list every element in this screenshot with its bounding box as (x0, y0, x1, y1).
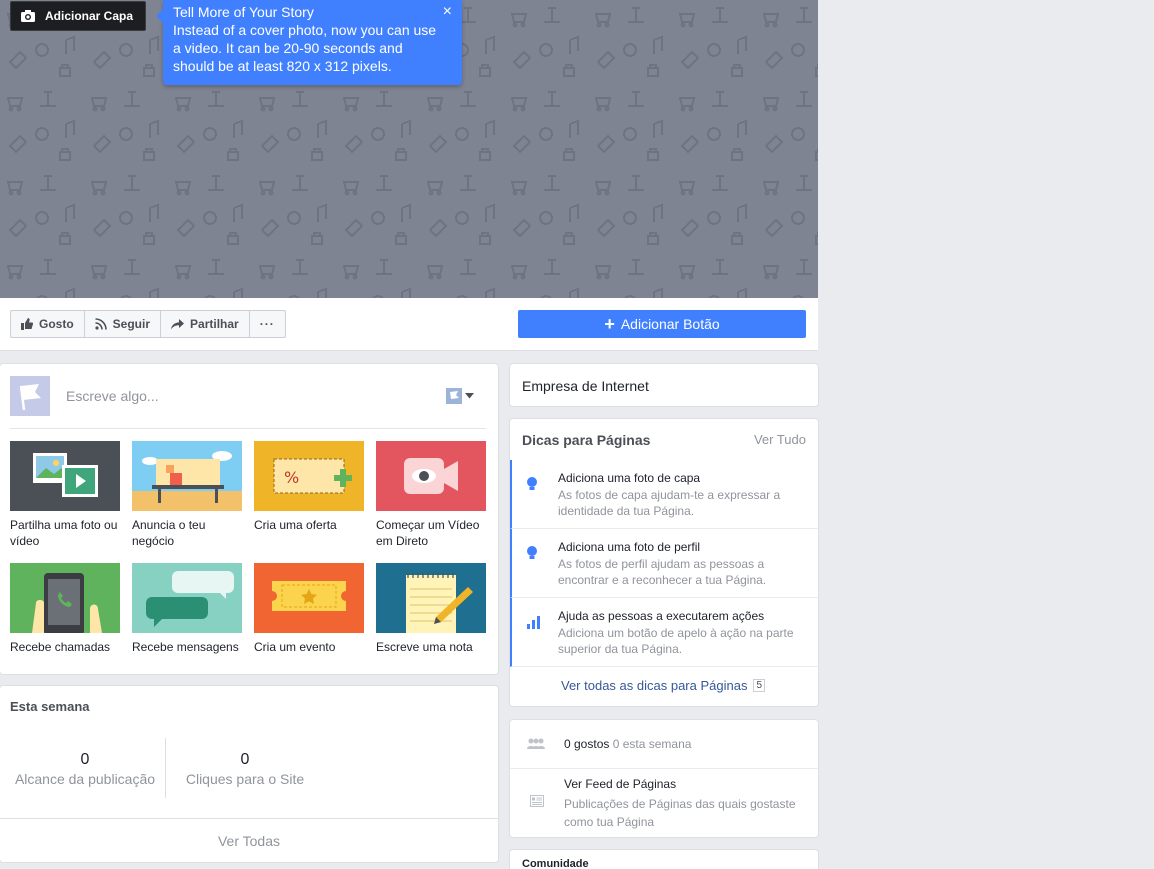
tile-share-photo-video[interactable]: Partilha uma foto ou vídeo (10, 441, 120, 549)
add-cover-label: Adicionar Capa (45, 9, 134, 23)
see-all-tips-label: Ver todas as dicas para Páginas (561, 678, 748, 693)
tile-label: Cria uma oferta (254, 518, 337, 532)
tip-add-cover-photo[interactable]: Adiciona uma foto de capa As fotos de ca… (510, 460, 818, 529)
likes-divider (510, 768, 818, 769)
tip-description: Adiciona um botão de apelo à ação na par… (558, 626, 794, 656)
tip-title: Adiciona uma foto de perfil (558, 540, 701, 554)
website-clicks-value: 0 (240, 751, 250, 768)
pages-feed-link[interactable]: Ver Feed de Páginas (564, 777, 676, 791)
likes-this-week: 0 esta semana (612, 737, 692, 751)
tile-label: Recebe chamadas (10, 640, 111, 654)
share-button[interactable]: Partilhar (161, 311, 250, 337)
tile-advertise[interactable]: Anuncia o teu negócio (132, 441, 242, 549)
like-label: Gosto (39, 317, 74, 331)
tile-label: Começar um Vídeo em Direto (376, 518, 480, 548)
website-clicks-label: Cliques para o Site (185, 771, 305, 787)
tile-label: Cria um evento (254, 640, 336, 654)
community-card: Comunidade (510, 850, 818, 869)
tooltip-title: Tell More of Your Story (173, 4, 314, 20)
tile-write-note[interactable]: Escreve uma nota (376, 563, 486, 655)
tips-count-badge: 5 (753, 679, 766, 692)
tile-label: Anuncia o teu negócio (132, 518, 206, 548)
add-page-button-label: Adicionar Botão (620, 316, 720, 332)
note-icon (376, 563, 486, 633)
follow-label: Seguir (112, 317, 151, 331)
people-icon (527, 738, 545, 749)
see-all-tips-link[interactable]: Ver todas as dicas para Páginas 5 (561, 678, 766, 693)
pages-feed-description: Publicações de Páginas das quais gostast… (564, 797, 796, 829)
tip-description: As fotos de perfil ajudam as pessoas a e… (558, 557, 767, 587)
action-button-group: Gosto Seguir Partilhar ··· (10, 310, 286, 338)
svg-text:%: % (284, 468, 299, 487)
more-options-button[interactable]: ··· (250, 311, 285, 337)
tip-title: Ajuda as pessoas a executarem ações (558, 609, 765, 623)
flag-icon (10, 376, 50, 416)
lightbulb-icon (527, 477, 537, 490)
event-ticket-icon (254, 563, 364, 633)
stats-title: Esta semana (10, 699, 90, 714)
rss-icon (95, 318, 107, 330)
tile-get-calls[interactable]: Recebe chamadas (10, 563, 120, 655)
tips-title: Dicas para Páginas (522, 432, 651, 448)
close-icon[interactable]: × (443, 4, 452, 20)
like-button[interactable]: Gosto (11, 311, 85, 337)
tile-label: Partilha uma foto ou vídeo (10, 518, 118, 548)
likes-count: 0 gostos 0 esta semana (564, 737, 691, 751)
page-avatar[interactable] (10, 376, 50, 416)
tips-see-all-link[interactable]: Ver Tudo (754, 432, 806, 447)
camera-icon (21, 10, 35, 22)
photo-video-icon (10, 441, 120, 511)
share-label: Partilhar (190, 317, 239, 331)
advertise-icon (132, 441, 242, 511)
chevron-down-icon (465, 393, 474, 399)
tile-label: Escreve uma nota (376, 640, 473, 654)
news-feed-icon (530, 795, 544, 807)
website-clicks-stat[interactable]: 0 Cliques para o Site (165, 751, 325, 787)
offer-icon: % (254, 441, 364, 511)
thumbs-up-icon (21, 318, 33, 330)
tip-title: Adiciona uma foto de capa (558, 471, 701, 485)
more-dots-icon: ··· (259, 317, 275, 331)
tile-label: Recebe mensagens (132, 640, 239, 654)
lightbulb-icon (527, 546, 537, 559)
weekly-stats-card: Esta semana 0 Alcance da publicação 0 Cl… (0, 686, 498, 862)
likes-feed-card: 0 gostos 0 esta semana Ver Feed de Págin… (510, 720, 818, 837)
post-reach-value: 0 (80, 751, 90, 768)
tile-get-messages[interactable]: Recebe mensagens (132, 563, 242, 655)
tile-create-event[interactable]: Cria um evento (254, 563, 364, 655)
page-category[interactable]: Empresa de Internet (522, 378, 649, 394)
tooltip-body: Instead of a cover photo, now you can us… (173, 22, 437, 74)
add-cover-button[interactable]: Adicionar Capa (10, 1, 147, 31)
composer-input[interactable]: Escreve algo... (66, 388, 159, 404)
composer-divider (10, 428, 486, 429)
phone-call-icon (10, 563, 120, 633)
community-title: Comunidade (522, 858, 589, 869)
live-video-icon (376, 441, 486, 511)
composer-card: Escreve algo... Partilha uma foto ou víd… (0, 364, 498, 674)
tile-live-video[interactable]: Começar um Vídeo em Direto (376, 441, 486, 549)
post-reach-label: Alcance da publicação (14, 771, 156, 787)
messages-icon (132, 563, 242, 633)
tip-add-profile-photo[interactable]: Adiciona uma foto de perfil As fotos de … (510, 529, 818, 598)
tip-description: As fotos de capa ajudam-te a expressar a… (558, 488, 781, 518)
cover-video-tooltip: Tell More of Your Story Instead of a cov… (156, 0, 462, 85)
post-as-selector[interactable] (446, 388, 474, 404)
tip-call-to-action[interactable]: Ajuda as pessoas a executarem ações Adic… (510, 598, 818, 667)
page-tips-card: Dicas para Páginas Ver Tudo Adiciona uma… (510, 419, 818, 706)
tile-create-offer[interactable]: % Cria uma oferta (254, 441, 364, 533)
likes-total: 0 gostos (564, 737, 610, 751)
plus-icon: + (604, 314, 615, 334)
add-page-button[interactable]: + Adicionar Botão (518, 310, 806, 338)
share-arrow-icon (171, 318, 185, 329)
page-action-bar: Gosto Seguir Partilhar ··· + Adicionar B… (0, 298, 818, 351)
see-all-stats-link[interactable]: Ver Todas (0, 818, 498, 862)
post-reach-stat[interactable]: 0 Alcance da publicação (5, 751, 165, 787)
page-category-card: Empresa de Internet (510, 364, 818, 406)
bar-chart-icon (527, 616, 540, 629)
follow-button[interactable]: Seguir (85, 311, 162, 337)
page-flag-icon (446, 388, 462, 404)
